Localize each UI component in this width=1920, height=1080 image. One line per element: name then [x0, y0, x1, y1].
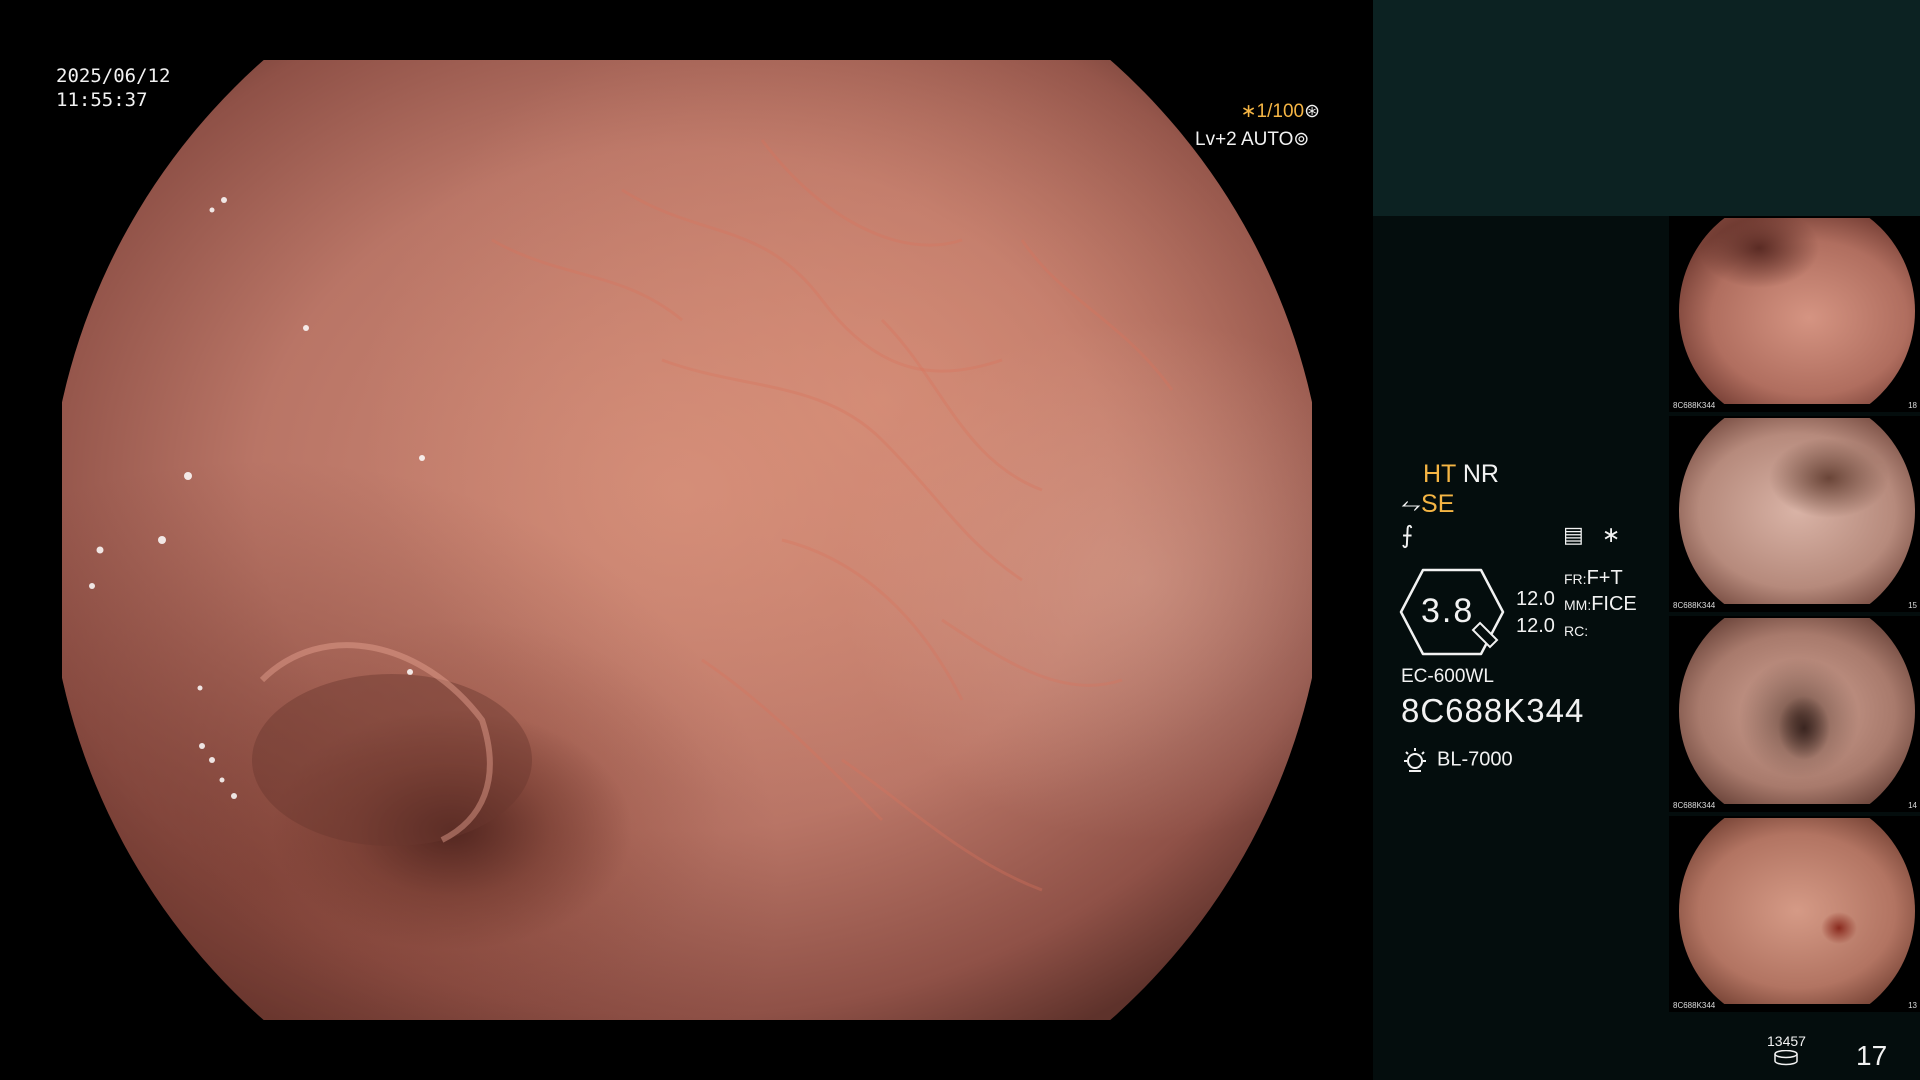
thumbnail-strip: 8C688K344 18 8C688K344 15 8C688K344 14 8… — [1669, 216, 1920, 1016]
asterisk-indicator: ∗ — [1601, 522, 1621, 547]
thumbnail-2[interactable]: 8C688K344 15 — [1669, 416, 1920, 612]
mucosa-vessel-pattern — [89, 139, 1174, 892]
thumbnail-index: 18 — [1908, 401, 1917, 410]
thumbnail-image — [1679, 618, 1915, 804]
light-source-icon — [1404, 748, 1426, 772]
endoscopic-image — [62, 60, 1312, 1020]
thumbnail-image — [1679, 818, 1915, 1004]
mm-label: MM: — [1564, 597, 1592, 613]
scope-model: EC-600WL — [1401, 666, 1494, 687]
value-1: 12.0 — [1516, 588, 1555, 610]
brightness-level-row: Lv+2 AUTO⊚ — [1195, 128, 1309, 152]
settings-card-icon: ▤ — [1563, 522, 1584, 547]
thumbnail-3[interactable]: 8C688K344 14 — [1669, 616, 1920, 812]
brightness-level: Lv+2 AUTO — [1195, 129, 1294, 150]
zoom-value: 3.8 — [1421, 592, 1475, 630]
thumbnail-image — [1679, 218, 1915, 404]
processor-settings: HT NR ⥊SE ⨍ ▤ ∗ 3.8 12.0 12.0 FR:F+T MM:… — [1373, 216, 1673, 1080]
panel-top-area — [1373, 0, 1920, 216]
nr-indicator: NR — [1462, 460, 1499, 488]
storage-disk-icon — [1774, 1050, 1798, 1066]
shutter-speed-row: ∗1/100⊛ — [1185, 100, 1320, 124]
thumbnail-index: 14 — [1908, 801, 1917, 810]
shutter-speed: ∗1/100 — [1240, 101, 1305, 122]
exam-date: 2025/06/12 — [56, 65, 171, 87]
structure-icon: ⥊ — [1401, 490, 1422, 518]
sub-values: 12.0 12.0 — [1516, 586, 1555, 640]
ht-indicator: HT — [1423, 460, 1456, 488]
thumbnail-caption: 8C688K344 — [1673, 601, 1716, 610]
scope-serial: 8C688K344 — [1401, 692, 1585, 729]
settings-icons-row: ▤ ∗ — [1563, 522, 1620, 548]
light-source-row: BL-7000 — [1401, 746, 1513, 774]
thumbnail-index: 13 — [1908, 1001, 1917, 1010]
thumbnail-1[interactable]: 8C688K344 18 — [1669, 216, 1920, 412]
frame-counter: 17 — [1856, 1040, 1888, 1071]
main-endoscope-view: 2025/06/12 11:55:37 ∗1/100⊛ Lv+2 AUTO⊚ — [0, 0, 1373, 1080]
frame-mode-labels: FR:F+T MM:FICE RC: — [1564, 566, 1637, 644]
frame-counter-small: 13457 — [1767, 1033, 1806, 1049]
thumbnail-index: 15 — [1908, 601, 1917, 610]
rc-label: RC: — [1564, 623, 1589, 639]
shutter-icon: ⊛ — [1304, 101, 1320, 122]
right-info-panel: HT NR ⥊SE ⨍ ▤ ∗ 3.8 12.0 12.0 FR:F+T MM:… — [1373, 0, 1920, 1080]
thumbnail-caption: 8C688K344 — [1673, 401, 1716, 410]
value-2: 12.0 — [1516, 615, 1555, 637]
structure-enhancement-row: ⥊SE — [1401, 490, 1454, 519]
light-source-model: BL-7000 — [1437, 748, 1513, 771]
thumbnail-4[interactable]: 8C688K344 13 — [1669, 816, 1920, 1012]
fr-value: F+T — [1586, 567, 1623, 589]
mode-indicators: HT NR — [1423, 460, 1499, 489]
iris-icon: ⊚ — [1293, 129, 1310, 150]
thumbnail-caption: 8C688K344 — [1673, 801, 1716, 810]
se-indicator: SE — [1421, 490, 1455, 518]
mm-value: FICE — [1591, 593, 1637, 615]
thumbnail-caption: 8C688K344 — [1673, 1001, 1716, 1010]
thumbnail-image — [1679, 418, 1915, 604]
f-indicator: ⨍ — [1401, 522, 1414, 549]
fr-label: FR: — [1564, 571, 1587, 587]
exam-time: 11:55:37 — [56, 89, 148, 111]
